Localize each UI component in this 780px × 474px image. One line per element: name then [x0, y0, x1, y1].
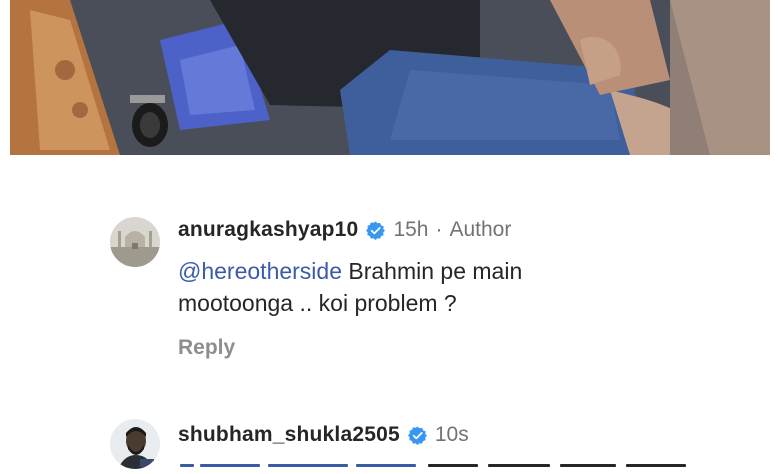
comment-text: @hereotherside Brahmin pe main mootoonga… [178, 255, 738, 319]
comment-meta: anuragkashyap10 15h · Author [178, 218, 511, 242]
comment-text-line-2: mootoonga .. koi problem ? [178, 290, 457, 316]
comment-text-part: Brahmin pe main [342, 258, 523, 284]
avatar-image [110, 217, 160, 267]
verified-badge-icon [407, 425, 427, 445]
verified-badge-icon [366, 220, 386, 240]
comment-username[interactable]: shubham_shukla2505 [178, 423, 400, 447]
comment-username[interactable]: anuragkashyap10 [178, 218, 358, 242]
comment-timestamp: 15h [393, 218, 429, 241]
mention-link[interactable]: @hereotherside [178, 258, 342, 284]
post-photo[interactable] [10, 0, 770, 155]
avatar-image [110, 419, 160, 469]
comment-text-line-1: @hereotherside Brahmin pe main [178, 255, 738, 287]
meta-separator: · [435, 218, 443, 241]
author-label: Author [449, 218, 512, 241]
post-photo-image [10, 0, 770, 155]
truncated-text-glyphs [180, 464, 686, 467]
comment-timestamp: 10s [434, 423, 469, 446]
avatar[interactable] [110, 419, 160, 469]
comment-meta: shubham_shukla2505 10s [178, 423, 469, 447]
avatar[interactable] [110, 217, 160, 267]
comment-text-truncated [178, 458, 698, 474]
reply-button[interactable]: Reply [178, 336, 235, 360]
